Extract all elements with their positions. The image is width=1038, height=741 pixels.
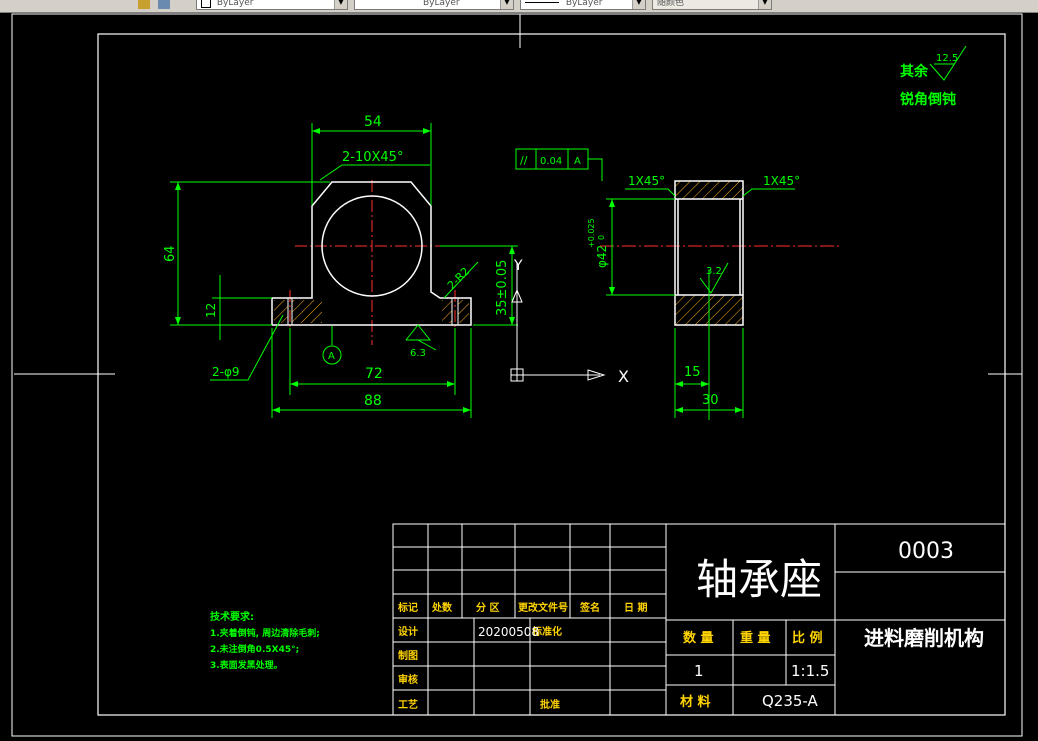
material-value: Q235-A: [762, 692, 819, 710]
col-mark: 标记: [397, 601, 418, 614]
layer-states-icon[interactable]: [138, 0, 150, 9]
dim-hole-spacing: 72: [365, 366, 383, 382]
ucs-x-label: X: [618, 367, 629, 386]
bore-tol-upper: +0.025: [587, 218, 596, 248]
gtol-value: 0.04: [540, 156, 562, 167]
note-roughness: 12.5: [936, 53, 958, 64]
chamfer-right: 1X45°: [763, 174, 800, 188]
drawing-canvas[interactable]: 其余 锐角倒钝 12.5 54 2-10X45° 64 12 35±0.05 2…: [0, 12, 1038, 741]
general-notes: 其余 锐角倒钝 12.5: [900, 45, 967, 108]
plotstyle-dropdown[interactable]: 随颜色 ▼: [652, 0, 772, 10]
dim-base-height: 12: [204, 303, 218, 318]
layer-previous-icon[interactable]: [158, 0, 170, 9]
col-date: 日 期: [624, 601, 647, 614]
chevron-down-icon[interactable]: ▼: [632, 0, 645, 9]
tech-req-line2: 2.未注倒角0.5X45°;: [210, 643, 299, 655]
scale-label: 比 例: [792, 630, 823, 646]
weight-label: 重 量: [740, 630, 771, 646]
approve-label: 批准: [540, 698, 560, 711]
color-swatch-icon: [201, 0, 211, 8]
col-sign: 签名: [579, 601, 600, 614]
tech-req-title: 技术要求:: [210, 610, 254, 623]
row-design: 设计: [398, 625, 418, 638]
chamfer-left: 1X45°: [628, 174, 665, 188]
front-view: 54 2-10X45° 64 12 35±0.05 2-R2 2-φ9 72 8…: [163, 114, 518, 418]
lineweight-dropdown[interactable]: ByLayer ▼: [520, 0, 646, 10]
front-roughness: 6.3: [410, 348, 426, 359]
dim-center-height: 35±0.05: [495, 260, 510, 316]
bore-tol-lower: 0: [597, 235, 606, 240]
dim-15: 15: [684, 365, 701, 380]
lineweight-sample-icon: [525, 2, 559, 3]
col-zone: 分 区: [476, 601, 499, 614]
plotstyle-value: 随颜色: [657, 0, 685, 8]
color-value: ByLayer: [216, 0, 254, 8]
ucs-icon: [510, 262, 606, 382]
side-roughness: 3.2: [706, 266, 722, 277]
ucs-y-label: Y: [513, 258, 523, 274]
chevron-down-icon[interactable]: ▼: [500, 0, 513, 9]
dim-holes: 2-φ9: [212, 365, 240, 379]
datum-label: A: [328, 351, 335, 362]
lineweight-value: ByLayer: [565, 0, 603, 8]
technical-requirements: 技术要求: 1.夹着倒钝, 周边清除毛刺; 2.未注倒角0.5X45°; 3.表…: [210, 610, 320, 671]
dim-overall-width: 88: [364, 393, 382, 409]
gtol-symbol: //: [520, 154, 528, 167]
side-view: // 0.04 A 1X45° 1X45° φ42 +0.025 0 3.2 1…: [515, 148, 840, 420]
note-deburr: 锐角倒钝: [900, 91, 956, 108]
scale-value: 1:1.5: [791, 662, 829, 680]
bore-dia: φ42: [595, 245, 609, 268]
design-date: 20200508: [478, 625, 539, 639]
chevron-down-icon[interactable]: ▼: [334, 0, 347, 9]
note-remainder: 其余: [900, 63, 929, 80]
row-draw: 制图: [398, 649, 418, 662]
dim-30: 30: [702, 393, 719, 408]
row-process: 工艺: [398, 698, 418, 711]
drawing-number: 0003: [898, 539, 954, 564]
chevron-down-icon[interactable]: ▼: [758, 0, 771, 9]
row-check: 审核: [398, 673, 418, 686]
linetype-value: ByLayer: [423, 0, 460, 8]
title-block: 轴承座 0003 进料磨削机构 标记 处数 分 区 更改文件号 签名 日 期 设…: [392, 523, 1006, 716]
qty-label: 数 量: [683, 630, 714, 646]
dim-top-width: 54: [364, 114, 382, 130]
tech-req-line1: 1.夹着倒钝, 周边清除毛刺;: [210, 627, 320, 639]
tech-req-line3: 3.表面发黑处理。: [210, 659, 283, 671]
dim-top-chamfer: 2-10X45°: [342, 150, 403, 165]
col-doc: 更改文件号: [518, 601, 568, 614]
linetype-dropdown[interactable]: ByLayer ▼: [354, 0, 514, 10]
gtol-datum: A: [574, 156, 581, 167]
color-dropdown[interactable]: ByLayer ▼: [196, 0, 348, 10]
dim-r2: 2-R2: [445, 265, 472, 292]
material-label: 材 料: [680, 694, 711, 710]
qty-value: 1: [694, 662, 704, 680]
part-name: 轴承座: [696, 555, 822, 604]
dim-total-height: 64: [163, 245, 178, 262]
assembly-name: 进料磨削机构: [864, 626, 984, 650]
col-count: 处数: [431, 601, 453, 614]
